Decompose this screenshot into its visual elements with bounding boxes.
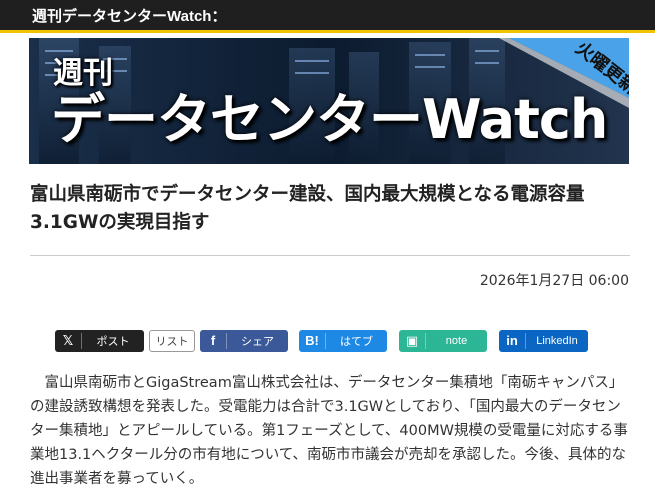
facebook-icon: f <box>200 333 227 349</box>
banner-subtitle: 週刊 <box>53 56 113 91</box>
share-linkedin-label: LinkedIn <box>536 335 578 347</box>
share-facebook-label: シェア <box>241 336 274 348</box>
share-x-label: ポスト <box>96 336 130 348</box>
series-banner: 週刊 データセンターWatch 火曜更新 <box>29 38 629 164</box>
article-title: 富山県南砺市でデータセンター建設、国内最大規模となる電源容量3.1GWの実現目指… <box>30 184 585 233</box>
share-hatena-button[interactable]: B! はてブ <box>299 330 387 352</box>
note-icon: ▣ <box>399 333 426 349</box>
share-facebook-button[interactable]: f シェア <box>200 330 288 352</box>
publish-date: 2026年1月27日 06:00 <box>479 273 629 289</box>
linkedin-icon: in <box>499 333 526 349</box>
share-hatena-label: はてブ <box>340 336 373 348</box>
x-icon: 𝕏 <box>55 333 82 349</box>
add-to-list-button[interactable]: リスト <box>149 330 195 352</box>
share-linkedin-button[interactable]: in LinkedIn <box>499 330 588 352</box>
title-divider <box>30 255 630 256</box>
list-label: リスト <box>155 336 189 348</box>
article-body-paragraph: 富山県南砺市とGigaStream富山株式会社は、データセンター集積地「南砺キャ… <box>30 375 628 487</box>
banner-title: データセンターWatch <box>51 88 608 151</box>
share-x-button[interactable]: 𝕏 ポスト <box>55 330 144 352</box>
share-note-label: note <box>445 335 468 347</box>
hatena-bookmark-icon: B! <box>299 333 326 349</box>
share-note-button[interactable]: ▣ note <box>399 330 487 352</box>
site-header-bar: 週刊データセンターWatch： <box>0 0 655 33</box>
section-title[interactable]: 週刊データセンターWatch： <box>32 5 226 26</box>
